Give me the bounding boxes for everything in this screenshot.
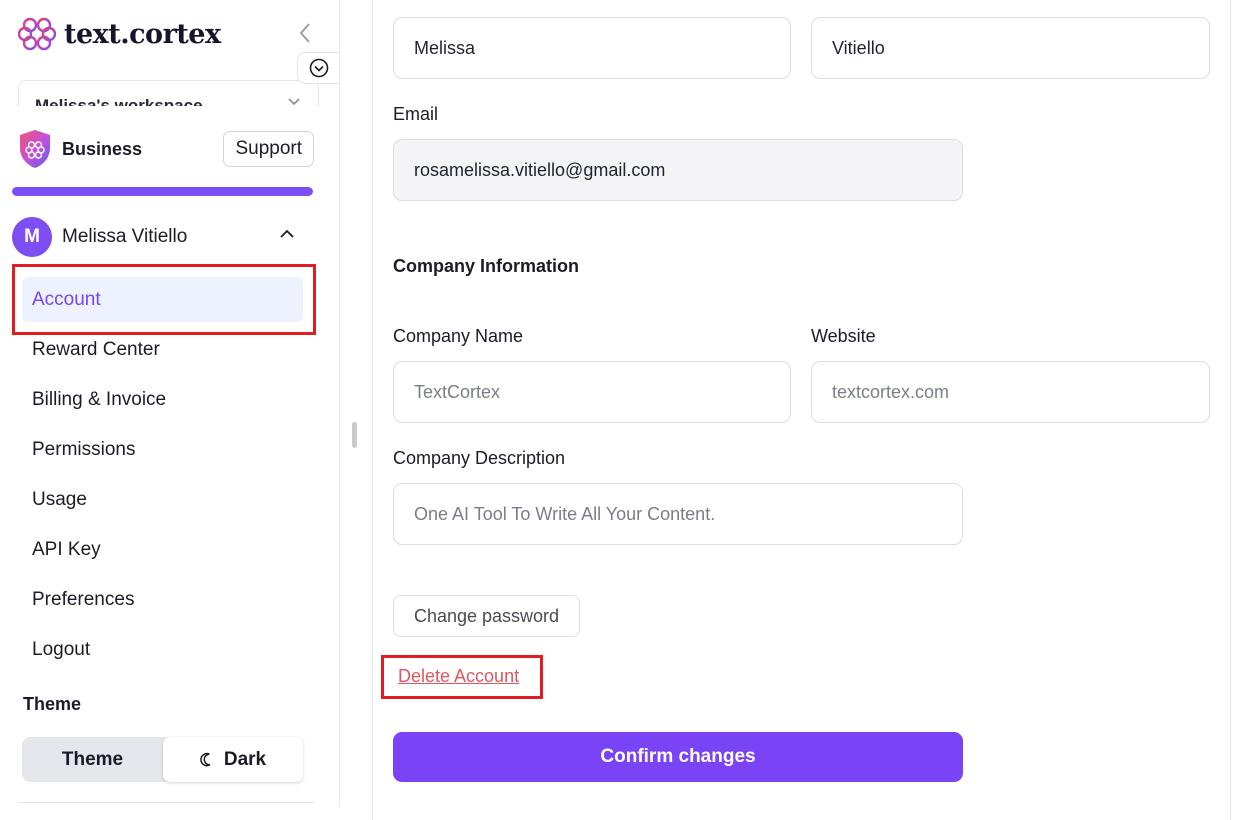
sidebar-item-reward-center[interactable]: Reward Center — [22, 327, 303, 372]
support-button[interactable]: Support — [223, 131, 314, 167]
theme-option-dark[interactable]: Dark — [163, 737, 303, 782]
company-description-field[interactable] — [393, 483, 963, 545]
divider — [18, 802, 314, 803]
theme-toggle: Theme Dark — [22, 737, 303, 782]
sidebar-item-permissions[interactable]: Permissions — [22, 427, 303, 472]
plan-usage-fill — [12, 187, 313, 196]
sidebar-item-api-key[interactable]: API Key — [22, 527, 303, 572]
plan-row: Business Support — [18, 128, 314, 170]
theme-heading: Theme — [23, 694, 82, 714]
chevron-down-icon — [288, 98, 300, 106]
chevron-left-icon — [299, 23, 310, 43]
company-section-title: Company Information — [393, 256, 580, 276]
highlight-box-account — [12, 264, 316, 335]
plan-name: Business — [62, 138, 143, 159]
chevron-up-icon — [280, 229, 294, 238]
sidebar-item-preferences[interactable]: Preferences — [22, 577, 303, 622]
sidebar: text.cortex Melissa's workspace Business… — [0, 0, 340, 807]
logo[interactable]: text.cortex — [18, 16, 221, 52]
user-menu-toggle[interactable]: M Melissa Vitiello — [12, 217, 302, 257]
delete-account-link[interactable]: Delete Account — [398, 666, 519, 687]
plan-usage-bar — [12, 187, 313, 196]
avatar: M — [12, 217, 52, 257]
chevron-down-circle-icon — [309, 58, 328, 78]
workspace-name: Melissa's workspace — [35, 96, 203, 106]
last-name-field[interactable] — [811, 17, 1210, 79]
theme-option-dark-label: Dark — [223, 748, 267, 770]
sidebar-item-logout[interactable]: Logout — [22, 627, 303, 672]
email-field[interactable] — [393, 139, 963, 201]
moon-icon — [200, 752, 211, 766]
collapse-sidebar-button[interactable] — [294, 20, 316, 46]
company-name-label: Company Name — [393, 326, 524, 346]
resize-handle[interactable] — [352, 422, 357, 448]
website-label: Website — [811, 326, 876, 346]
change-password-button[interactable]: Change password — [393, 595, 580, 637]
sidebar-item-billing-invoice[interactable]: Billing & Invoice — [22, 377, 303, 422]
sidebar-item-usage[interactable]: Usage — [22, 477, 303, 522]
logo-text: text.cortex — [64, 18, 221, 50]
confirm-changes-button[interactable]: Confirm changes — [393, 732, 963, 782]
workspace-selector[interactable]: Melissa's workspace — [18, 80, 319, 106]
brain-logo-icon — [18, 17, 56, 51]
shield-icon — [20, 130, 50, 168]
first-name-field[interactable] — [393, 17, 791, 79]
email-label: Email — [393, 104, 439, 124]
user-name: Melissa Vitiello — [62, 226, 188, 247]
company-description-label: Company Description — [393, 448, 566, 468]
website-field[interactable] — [811, 361, 1210, 423]
expand-menu-button[interactable] — [297, 52, 339, 84]
theme-option-light[interactable]: Theme — [22, 737, 163, 782]
company-name-field[interactable] — [393, 361, 791, 423]
